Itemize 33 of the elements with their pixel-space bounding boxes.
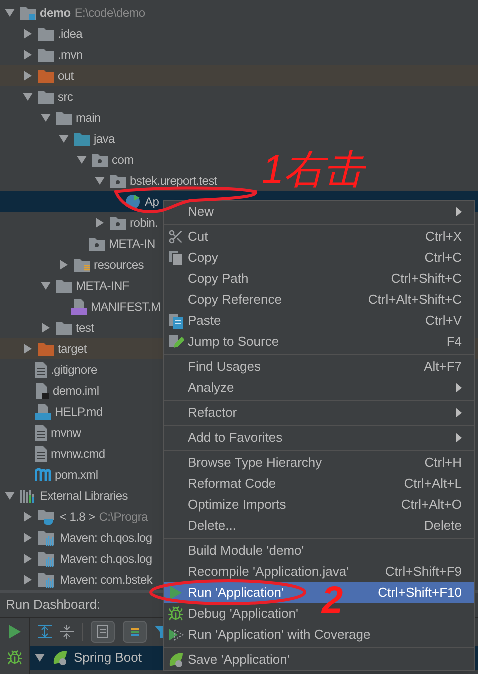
tree-item-label: MANIFEST.M	[91, 298, 161, 316]
tree-item-label: mvnw.cmd	[51, 446, 106, 462]
tree-item-label: main	[76, 110, 101, 126]
tree-item-label: resources	[94, 256, 144, 274]
tree-item-label: META-INF	[76, 278, 130, 294]
tree-item-label: bstek.ureport.test	[130, 172, 218, 190]
tree-item-label: src	[58, 88, 74, 106]
tree-item-label: robin.	[130, 214, 158, 232]
tree-item-label: com	[112, 152, 134, 168]
tree-item-label: mvnw	[51, 424, 82, 442]
tree-item-label: HELP.md	[55, 404, 103, 420]
tree-item-label: test	[76, 320, 94, 336]
tree-item-path: C:\Progra	[99, 508, 148, 526]
tree-item-path: E:\code\demo	[74, 4, 146, 22]
tree-item-label: .gitignore	[51, 362, 98, 378]
dashboard-row-label: Spring Boot	[74, 649, 142, 668]
tree-item-label: java	[94, 130, 115, 148]
tree-item-label: .idea	[58, 26, 83, 42]
tree-item-label: Ap	[145, 194, 160, 210]
tree-item-label: Maven: com.bstek	[60, 572, 153, 588]
tree-item-label: pom.xml	[55, 466, 98, 484]
tree-item-label: demo	[40, 4, 71, 22]
tree-item-label: target	[58, 340, 87, 358]
panel-title: Run Dashboard:	[6, 596, 101, 614]
tree-item-label: < 1.8 >	[60, 508, 96, 526]
tree-item-label: Maven: ch.qos.log	[60, 550, 152, 568]
tree-item-label: External Libraries	[40, 488, 128, 504]
tree-item-label: Maven: ch.qos.log	[60, 530, 152, 546]
tree-item-label: demo.iml	[53, 382, 100, 400]
tree-item-label: .mvn	[58, 46, 83, 64]
tree-item-label: out	[58, 68, 74, 84]
tree-item-label: META-IN	[109, 236, 156, 252]
annotation-text: 1右击	[262, 150, 364, 190]
